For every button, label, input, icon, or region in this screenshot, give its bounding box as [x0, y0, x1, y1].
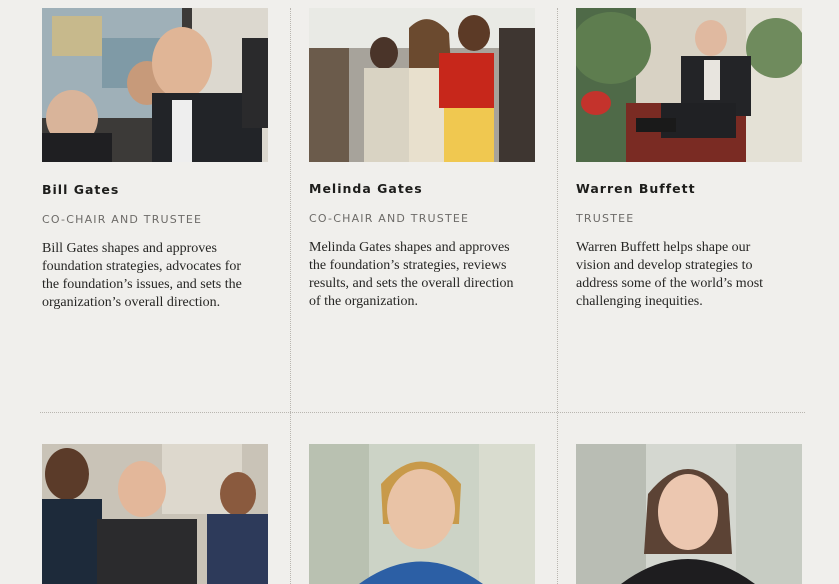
trustee-photo-woman-dark[interactable] [576, 444, 802, 584]
leadership-grid: Bill Gates CO-CHAIR AND TRUSTEE Bill Gat… [0, 0, 839, 584]
person-role: CO-CHAIR AND TRUSTEE [42, 213, 203, 226]
warren-buffett-photo[interactable] [576, 8, 802, 162]
person-name[interactable]: Bill Gates [42, 182, 119, 197]
melinda-gates-photo[interactable] [309, 8, 535, 162]
person-name[interactable]: Melinda Gates [309, 181, 423, 196]
person-description: Melinda Gates shapes and approves the fo… [309, 240, 514, 309]
column-divider [290, 8, 291, 584]
person-role: TRUSTEE [576, 212, 635, 225]
person-description: Warren Buffett helps shape our vision an… [576, 240, 764, 309]
trustee-photo-woman-blonde[interactable] [309, 444, 535, 584]
row-divider [40, 412, 805, 413]
trustee-photo-group[interactable] [42, 444, 268, 584]
person-description: Bill Gates shapes and approves foundatio… [42, 241, 242, 310]
person-role: CO-CHAIR AND TRUSTEE [309, 212, 470, 225]
person-name[interactable]: Warren Buffett [576, 181, 696, 196]
column-divider [557, 8, 558, 584]
bill-gates-photo[interactable] [42, 8, 268, 162]
